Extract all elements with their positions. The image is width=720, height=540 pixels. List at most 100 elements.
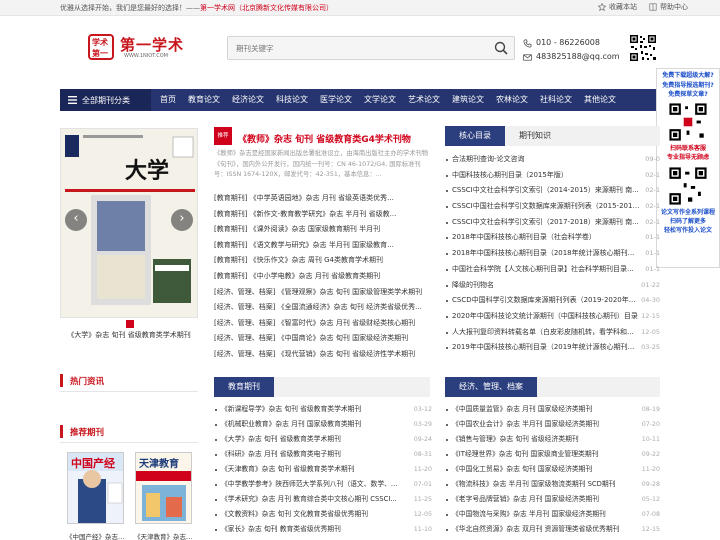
list-item[interactable]: 《科研》杂志 月刊 省级教育类电子期刊 08-31 xyxy=(214,447,432,462)
list-item[interactable]: [教育期刊] 《中学英语园地》杂志 月刊 省级英语类优秀... xyxy=(214,191,432,207)
list-item[interactable]: 中国社会科学院【人文核心期刊目录】社会科学期刊目录... 01-1 xyxy=(445,262,660,278)
list-item[interactable]: 《家长》杂志 旬刊 教育类省级优秀期刊 11-10 xyxy=(214,522,432,537)
nav-item-literature[interactable]: 文学论文 xyxy=(358,89,402,111)
top-bar: 优雅从选择开始，我们是您最好的选择！——第一学术网（北京腾新文化传媒有限公司） … xyxy=(0,0,720,16)
item-title: 《科研》杂志 月刊 省级教育类电子期刊 xyxy=(214,447,410,462)
list-item[interactable]: 《华北自然资源》杂志 双月刊 资源管理类省级优秀期刊 12-15 xyxy=(445,522,660,537)
nav-item-art[interactable]: 艺术论文 xyxy=(402,89,446,111)
list-item[interactable]: [经济、管理、档案] 《全国流通经济》杂志 旬刊 经济类省级优秀... xyxy=(214,300,432,316)
item-title: 合法期刊查询-论文咨询 xyxy=(445,152,640,168)
float-promo-line-2[interactable]: 扫码了解更多 xyxy=(657,217,719,226)
float-line-3[interactable]: 免费探草文章? xyxy=(657,90,719,99)
site-logo[interactable]: 学术 第一 第一学术 WWW.1NIOT.COM xyxy=(88,34,184,62)
list-item[interactable]: 2018年中国科技核心期刊目录（2018年统计源核心期刊... 01-1 xyxy=(445,246,660,262)
nav-item-home[interactable]: 首页 xyxy=(151,89,182,111)
nav-item-education[interactable]: 教育论文 xyxy=(182,89,226,111)
list-item[interactable]: 《文教资料》杂志 旬刊 文化教育类省级优秀期刊 12-05 xyxy=(214,507,432,522)
tab-core-catalog[interactable]: 核心目录 xyxy=(445,126,505,146)
featured-title[interactable]: 《教师》杂志 旬刊 省级教育类G4学术刊物 xyxy=(238,132,432,145)
list-item[interactable]: [经济、管理、档案] 《现代营销》杂志 旬刊 省级经济性学术期刊 xyxy=(214,347,432,363)
list-item[interactable]: 《天津教育》杂志 旬刊 省级教育类学术期刊 11-20 xyxy=(214,462,432,477)
list-item[interactable]: 降级的刊物名 01-22 xyxy=(445,278,660,294)
list-item[interactable]: [经济、管理、档案] 《中国商论》杂志 旬刊 国家级经济类期刊 xyxy=(214,331,432,347)
list-item[interactable]: 《学术研究》杂志 月刊 教育综合类中文核心期刊 CSSCI... 11-25 xyxy=(214,492,432,507)
item-date: 04-30 xyxy=(641,296,660,305)
nav-item-other[interactable]: 其他论文 xyxy=(578,89,622,111)
list-item[interactable]: [教育期刊] 《新作文-教育教学研究》杂志 半月刊 省级教... xyxy=(214,207,432,223)
item-title: 《天津教育》杂志 旬刊 省级教育类学术期刊 xyxy=(214,462,410,477)
all-categories-button[interactable]: 全部期刊分类 xyxy=(60,89,151,111)
item-title: 中国科技核心期刊目录（2015年版） xyxy=(445,168,640,184)
side-float-panel: 免费下载超级大解? 免费指导报选期刊? 免费探草文章? 扫码联系客服 专业指导无… xyxy=(656,68,720,268)
welcome-text: 优雅从选择开始，我们是您最好的选择！——第一学术网（北京腾新文化传媒有限公司） xyxy=(60,3,333,13)
slider-indicator[interactable] xyxy=(126,320,134,328)
help-label: 帮助中心 xyxy=(660,3,688,11)
list-item[interactable]: CSSCI中国社会科学引文数据库来源期刊列表（2015-2016年... 02-1 xyxy=(445,199,660,215)
nav-item-technology[interactable]: 科技论文 xyxy=(270,89,314,111)
list-item[interactable]: CSSCI中文社会科学引文索引（2017-2018）来源期刊 南... 02-1 xyxy=(445,215,660,231)
section-label[interactable]: 教育期刊 xyxy=(214,377,274,397)
list-item[interactable]: [经济、管理、档案] 《管理观察》杂志 旬刊 国家级管理类学术期刊 xyxy=(214,285,432,301)
list-item[interactable]: 《老字号品牌营销》杂志 月刊 国家级经济类期刊 05-12 xyxy=(445,492,660,507)
logo-url: WWW.1NIOT.COM xyxy=(124,53,168,59)
search-icon[interactable] xyxy=(494,41,508,55)
list-item[interactable]: 《中国质量监管》杂志 月刊 国家级经济类期刊 08-19 xyxy=(445,402,660,417)
list-item[interactable]: [教育期刊] 《语文教学与研究》杂志 半月刊 国家级教育... xyxy=(214,238,432,254)
company-link[interactable]: 第一学术网（北京腾新文化传媒有限公司） xyxy=(200,4,333,12)
nav-item-economics[interactable]: 经济论文 xyxy=(226,89,270,111)
slider-next-button[interactable]: › xyxy=(171,209,193,231)
list-item[interactable]: 《IT经理世界》杂志 旬刊 国家级商业管理类期刊 09-22 xyxy=(445,447,660,462)
item-date: 12-15 xyxy=(641,526,660,533)
item-date: 11-20 xyxy=(641,466,660,473)
float-line-2[interactable]: 免费指导报选期刊? xyxy=(657,81,719,90)
list-item[interactable]: 《销售与管理》杂志 旬刊 省级经济类期刊 10-11 xyxy=(445,432,660,447)
item-date: 12-05 xyxy=(413,511,432,518)
list-item[interactable]: CSCD中国科学引文数据库来源期刊列表（2019-2020年... 04-30 xyxy=(445,293,660,309)
float-line-1[interactable]: 免费下载超级大解? xyxy=(657,71,719,81)
nav-item-medicine[interactable]: 医学论文 xyxy=(314,89,358,111)
nav-item-social-science[interactable]: 社科论文 xyxy=(534,89,578,111)
list-item[interactable]: 《机械职业教育》杂志 月刊 国家级教育类期刊 03-29 xyxy=(214,417,432,432)
nav-item-architecture[interactable]: 建筑论文 xyxy=(446,89,490,111)
magazine-cover-image[interactable]: 中国产经 xyxy=(67,452,124,524)
list-item[interactable]: 2020年中国科技论文统计源期刊（中国科技核心期刊）目录 12-15 xyxy=(445,309,660,325)
help-link[interactable]: 帮助中心 xyxy=(649,2,688,12)
list-item[interactable]: [教育期刊] 《课外阅读》杂志 国家级教育期刊 半月刊 xyxy=(214,222,432,238)
list-item[interactable]: 人大报刊复印资料转载名单（白皮彩皮随机转，看学科和... 12-05 xyxy=(445,325,660,341)
item-date: 12-15 xyxy=(641,311,660,320)
list-item[interactable]: [教育期刊] 《中小学电教》杂志 月刊 省级教育类期刊 xyxy=(214,269,432,285)
list-item[interactable]: 《大学》杂志 旬刊 省级教育类学术期刊 09-24 xyxy=(214,432,432,447)
slider-caption[interactable]: 《大学》杂志 旬刊 省级教育类学术期刊 xyxy=(60,330,198,340)
list-item[interactable]: 《中国化工贸易》杂志 旬刊 国家级经济类期刊 11-20 xyxy=(445,462,660,477)
list-item[interactable]: [教育期刊] 《快乐作文》杂志 周刊 G4类教育学术期刊 xyxy=(214,253,432,269)
recommend-title[interactable]: 推荐期刊 xyxy=(70,426,104,438)
float-promo-line-1[interactable]: 论文写作全系列课程 xyxy=(657,208,719,217)
magazine-caption[interactable]: 《中国产经》杂志 旬 xyxy=(66,531,126,540)
hot-info-title[interactable]: 热门资讯 xyxy=(70,375,104,387)
item-date: 11-20 xyxy=(413,466,432,473)
list-item[interactable]: 合法期刊查询-论文咨询 09-0 xyxy=(445,152,660,168)
item-date: 01-1 xyxy=(645,264,660,273)
magazine-caption[interactable]: 《天津教育》杂志 旬 xyxy=(134,531,194,540)
item-title: 《销售与管理》杂志 旬刊 省级经济类期刊 xyxy=(445,432,638,447)
cover-title: 中国产经 xyxy=(71,457,115,470)
magazine-cover-image[interactable]: 天津教育 xyxy=(135,452,192,524)
nav-item-agriculture[interactable]: 农林论文 xyxy=(490,89,534,111)
list-item[interactable]: 《物流科技》杂志 半月刊 国家级物流类期刊 SCD期刊 09-28 xyxy=(445,477,660,492)
list-item[interactable]: 《中学教学参考》陕西师范大学系列八刊（语文、数学、... 07-01 xyxy=(214,477,432,492)
list-item[interactable]: [经济、管理、档案] 《智富时代》杂志 月刊 省级财经类核心期刊 xyxy=(214,316,432,332)
slider-prev-button[interactable]: ‹ xyxy=(65,209,87,231)
logo-name: 第一学术 xyxy=(120,36,185,54)
search-input[interactable] xyxy=(236,41,476,55)
list-item[interactable]: 中国科技核心期刊目录（2015年版） 02-1 xyxy=(445,168,660,184)
list-item[interactable]: 2018年中国科技核心期刊目录（社会科学卷） 01-1 xyxy=(445,230,660,246)
tab-journal-knowledge[interactable]: 期刊知识 xyxy=(505,126,565,146)
bookmark-link[interactable]: 收藏本站 xyxy=(598,2,637,12)
list-item[interactable]: 《中国农业会计》杂志 半月刊 国家级经济类期刊 07-20 xyxy=(445,417,660,432)
list-item[interactable]: 2019年中国科技核心期刊目录（2019年统计源核心期刊... 03-25 xyxy=(445,340,660,356)
section-label[interactable]: 经济、管理、档案 xyxy=(445,377,537,397)
list-item[interactable]: 《中国物流与采购》杂志 半月刊 国家级经济类期刊 07-08 xyxy=(445,507,660,522)
list-item[interactable]: CSSCI中文社会科学引文索引（2014-2015）来源期刊 南... 02-1 xyxy=(445,183,660,199)
float-promo-line-3[interactable]: 轻松写作投入论文 xyxy=(657,226,719,235)
list-item[interactable]: 《新课程导学》杂志 旬刊 省级教育类学术期刊 03-12 xyxy=(214,402,432,417)
